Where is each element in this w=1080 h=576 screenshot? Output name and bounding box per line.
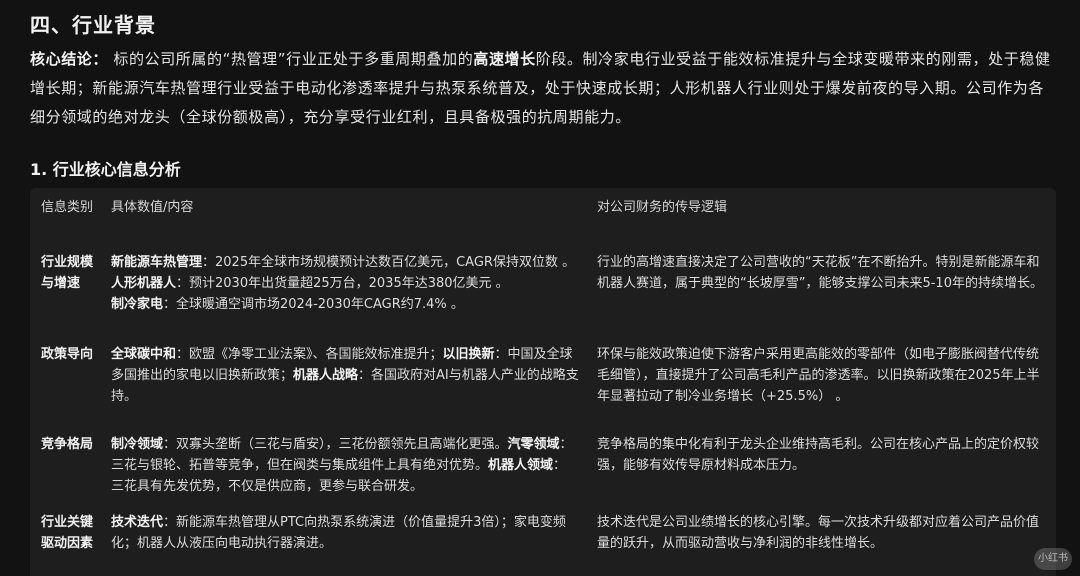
item-key: 制冷领域 [111, 437, 164, 452]
table-header-logic: 对公司财务的传导逻辑 [597, 200, 728, 215]
item-key: 技术迭代 [111, 515, 164, 530]
row-label-scale: 行业规模与增速 [41, 255, 94, 291]
item-key: 制冷家电 [111, 297, 164, 312]
item-key: 机器人领域 [488, 458, 554, 473]
info-table: 信息类别 具体数值/内容 对公司财务的传导逻辑 行业规模与增速 新能源车热管理：… [30, 188, 1056, 576]
row-content-competition: 制冷领域：双寡头垄断（三花与盾安），三花份额领先且高端化更强。汽零领域：三花与银… [111, 434, 579, 497]
item-key: 人形机器人 [111, 276, 177, 291]
summary-paragraph: 核心结论： 标的公司所属的“热管理”行业正处于多重周期叠加的高速增长阶段。制冷家… [30, 45, 1058, 132]
item-key: 机器人战略 [293, 368, 359, 383]
row-logic-drivers: 技术迭代是公司业绩增长的核心引擎。每一次技术升级都对应着公司产品价值量的跃升，从… [597, 515, 1040, 551]
item-text: ：双寡头垄断（三花与盾安），三花份额领先且高端化更强。 [163, 437, 508, 452]
row-label-policy: 政策导向 [41, 347, 94, 362]
row-content-policy: 全球碳中和：欧盟《净零工业法案》、各国能效标准提升；以旧换新：中国及全球多国推出… [111, 344, 579, 407]
row-label-competition: 竞争格局 [41, 437, 94, 452]
item-text: ：2025年全球市场规模预计达数百亿美元，CAGR保持双位数 。 [202, 255, 576, 270]
row-content-scale: 新能源车热管理：2025年全球市场规模预计达数百亿美元，CAGR保持双位数 。人… [111, 252, 579, 315]
summary-highlight: 高速增长 [473, 50, 536, 68]
item-text: ：新能源车热管理从PTC向热泵系统演进（价值量提升3倍）；家电变频化；机器人从液… [111, 515, 566, 551]
table-header-category: 信息类别 [41, 200, 94, 215]
subsection-title: 1. 行业核心信息分析 [30, 160, 181, 179]
row-label-drivers: 行业关键驱动因素 [41, 515, 94, 551]
item-key: 以旧换新 [442, 347, 495, 362]
summary-label: 核心结论： [30, 50, 109, 68]
summary-text-part1: 标的公司所属的“热管理”行业正处于多重周期叠加的 [113, 50, 474, 68]
watermark-logo: 小红书 [1034, 548, 1072, 570]
item-key: 新能源车热管理 [111, 255, 203, 270]
item-key: 汽零领域 [507, 437, 560, 452]
row-logic-competition: 竞争格局的集中化有利于龙头企业维持高毛利。公司在核心产品上的定价权较强，能够有效… [597, 437, 1040, 473]
item-text: ：全球暖通空调市场2024-2030年CAGR约7.4% 。 [163, 297, 464, 312]
section-title: 四、行业背景 [30, 13, 156, 37]
row-logic-policy: 环保与能效政策迫使下游客户采用更高能效的零部件（如电子膨胀阀替代传统毛细管），直… [597, 347, 1040, 404]
row-logic-scale: 行业的高增速直接决定了公司营收的“天花板”在不断抬升。特别是新能源车和机器人赛道… [597, 255, 1043, 291]
table-header-values: 具体数值/内容 [111, 200, 194, 215]
item-text: ：预计2030年出货量超25万台，2035年达380亿美元 。 [176, 276, 509, 291]
item-text: ：欧盟《净零工业法案》、各国能效标准提升； [176, 347, 443, 362]
row-content-drivers: 技术迭代：新能源车热管理从PTC向热泵系统演进（价值量提升3倍）；家电变频化；机… [111, 512, 579, 554]
item-key: 全球碳中和 [111, 347, 177, 362]
